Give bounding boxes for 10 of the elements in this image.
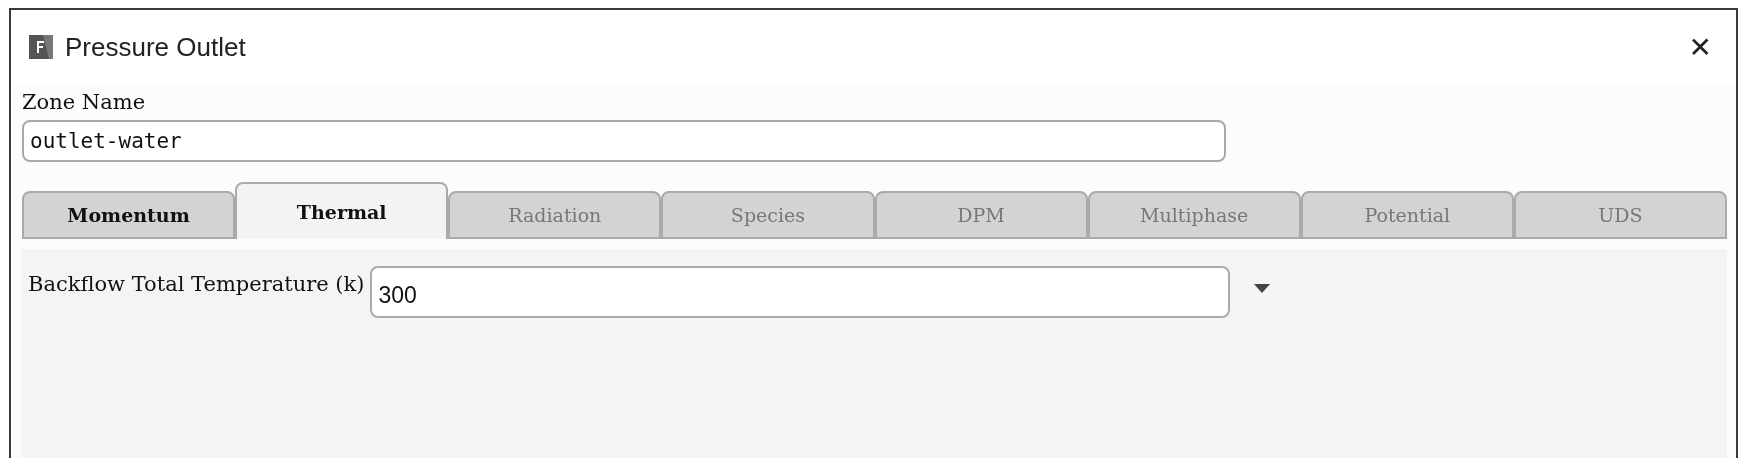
- value-field[interactable]: 300: [370, 266, 1231, 318]
- close-button[interactable]: ✕: [1682, 30, 1718, 64]
- app-logo-icon: [29, 35, 53, 59]
- tab[interactable]: Momentum: [22, 191, 236, 239]
- field-label: Backflow Total Temperature (k): [28, 272, 365, 296]
- zone-name-label: Zone Name: [22, 90, 146, 114]
- tab[interactable]: Thermal: [235, 182, 449, 239]
- window-title: Pressure Outlet: [65, 31, 247, 63]
- dropdown-caret-icon[interactable]: [1254, 284, 1271, 293]
- zone-name-field[interactable]: outlet-water: [22, 120, 1226, 162]
